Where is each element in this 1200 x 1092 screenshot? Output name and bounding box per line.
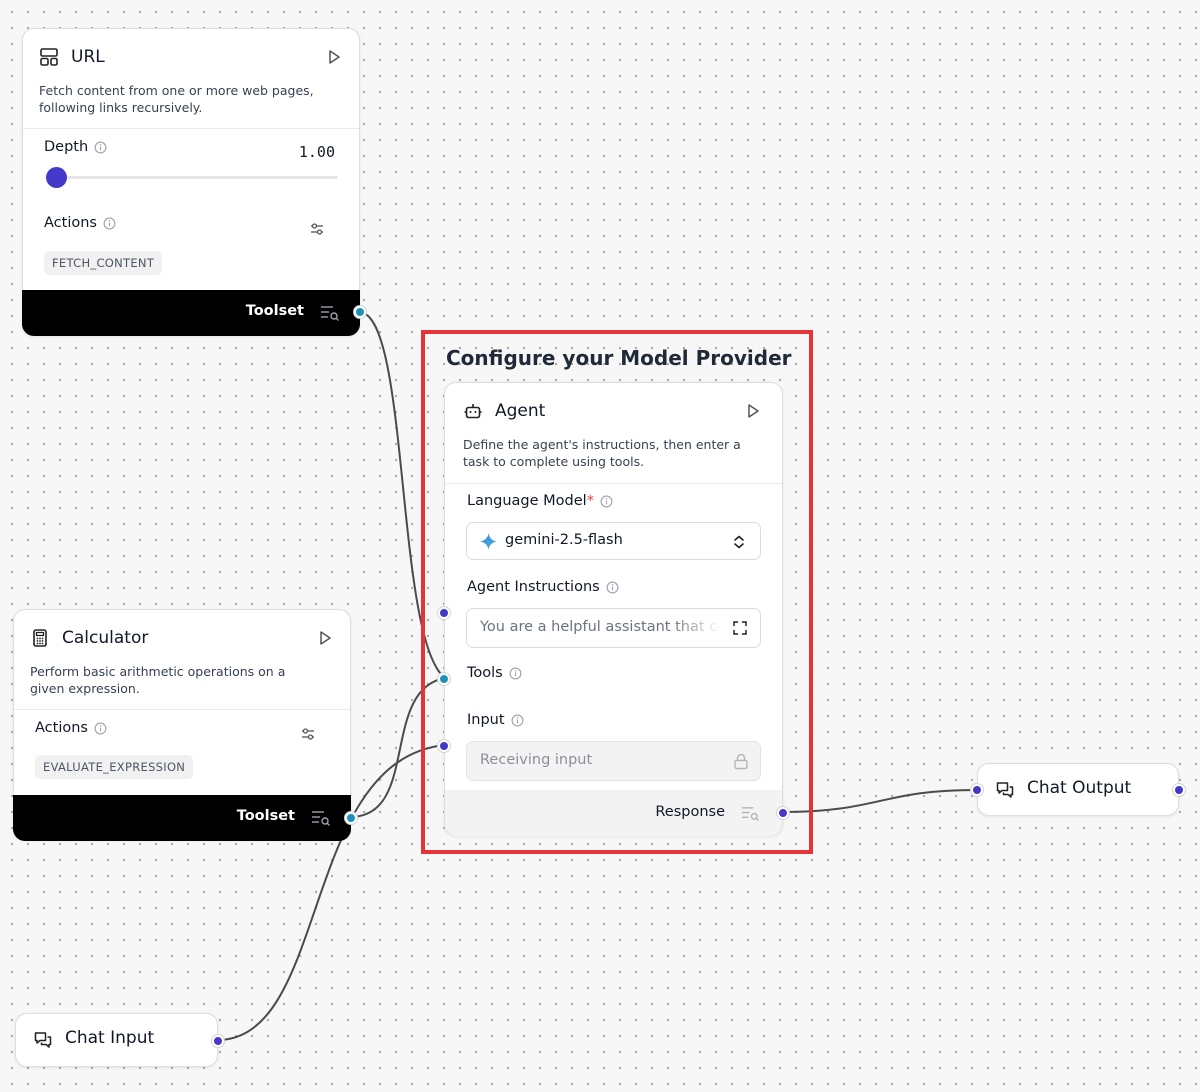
language-model-value: gemini-2.5-flash (505, 532, 623, 548)
input-label: Input (467, 712, 524, 728)
agent-response-footer: Response (445, 790, 782, 836)
chat-input-node[interactable]: Chat Input (15, 1013, 224, 1067)
url-node-description: Fetch content from one or more web pages… (39, 83, 314, 115)
language-model-select[interactable]: gemini-2.5-flash (466, 522, 761, 560)
chat-output-node[interactable]: Chat Output (971, 763, 1185, 816)
agent-input-field: Receiving input (466, 741, 761, 781)
play-icon[interactable] (316, 629, 334, 647)
info-icon (606, 581, 619, 593)
toolset-label: Toolset (245, 303, 304, 319)
required-marker: * (586, 493, 594, 509)
agent-node-description: Define the agent's instructions, then en… (463, 437, 741, 469)
messages-icon (34, 1032, 52, 1048)
calculator-actions-label: Actions (35, 720, 107, 736)
calculator-node-divider (14, 709, 350, 710)
list-search-icon[interactable] (320, 304, 340, 322)
chat-output-title: Chat Output (1027, 778, 1132, 798)
bot-icon (464, 404, 482, 419)
agent-node[interactable]: Agent Define the agent's instructions, t… (438, 382, 789, 836)
sliders-icon[interactable] (300, 726, 316, 742)
agent-instructions-input-handle[interactable] (438, 607, 450, 619)
url-toolset-output-handle[interactable] (354, 306, 366, 318)
action-chip-fetch-content[interactable]: FETCH_CONTENT (44, 251, 163, 275)
list-search-icon[interactable] (741, 805, 760, 822)
agent-tools-input-handle[interactable] (438, 673, 450, 685)
language-model-label: Language Model * (467, 493, 613, 509)
highlight-title: Configure your Model Provider (446, 346, 792, 370)
agent-input-placeholder: Receiving input (480, 752, 593, 768)
play-icon[interactable] (325, 48, 343, 66)
calculator-node-description: Perform basic arithmetic operations on a… (30, 664, 286, 696)
play-icon[interactable] (744, 402, 762, 420)
sliders-icon[interactable] (309, 221, 325, 237)
expand-icon[interactable] (732, 620, 748, 636)
info-icon (94, 141, 107, 153)
url-actions-label: Actions (44, 215, 116, 231)
chat-output-input-handle[interactable] (971, 784, 983, 796)
chat-input-title: Chat Input (65, 1028, 155, 1048)
tools-label: Tools (467, 665, 522, 681)
agent-response-output-handle[interactable] (777, 807, 789, 819)
chat-output-output-handle[interactable] (1173, 784, 1185, 796)
depth-label: Depth (44, 139, 107, 155)
info-icon (103, 217, 116, 229)
url-node-header: URL (39, 45, 343, 69)
layout-icon (40, 48, 58, 66)
calculator-toolset-output-handle[interactable] (345, 812, 357, 824)
agent-node-divider (445, 483, 782, 484)
lock-icon (734, 753, 748, 770)
agent-instructions-input[interactable]: You are a helpful assistant that can use… (466, 608, 761, 648)
depth-value: 1.00 (298, 143, 335, 161)
gemini-icon (480, 533, 497, 550)
info-icon (94, 722, 107, 734)
depth-slider-thumb[interactable] (46, 167, 67, 188)
toolset-label: Toolset (236, 808, 295, 824)
calculator-icon (33, 629, 47, 647)
agent-node-title: Agent (495, 401, 546, 421)
chevron-up-down-icon (734, 535, 744, 549)
chat-input-output-handle[interactable] (212, 1035, 224, 1047)
agent-instructions-label: Agent Instructions (467, 579, 619, 595)
agent-input-handle[interactable] (438, 740, 450, 752)
messages-icon (996, 782, 1014, 798)
calculator-node-header: Calculator (30, 626, 334, 650)
info-icon (509, 667, 522, 679)
url-node-title: URL (71, 47, 105, 67)
calculator-node[interactable]: Calculator Perform basic arithmetic oper… (13, 609, 357, 841)
info-icon (511, 714, 523, 726)
list-search-icon[interactable] (311, 809, 331, 827)
url-toolset-footer: Toolset (22, 290, 360, 336)
response-label: Response (655, 804, 725, 820)
agent-instructions-text: You are a helpful assistant that can use… (480, 619, 720, 635)
url-node[interactable]: URL Fetch content from one or more web p… (22, 28, 366, 336)
depth-slider-track[interactable] (46, 176, 338, 179)
info-icon (600, 495, 613, 507)
flow-canvas[interactable]: URL Fetch content from one or more web p… (0, 0, 1200, 1092)
agent-node-header: Agent (463, 399, 762, 423)
url-node-divider (23, 128, 359, 129)
calculator-node-title: Calculator (62, 628, 149, 648)
calculator-toolset-footer: Toolset (13, 795, 351, 841)
action-chip-evaluate-expression[interactable]: EVALUATE_EXPRESSION (35, 755, 194, 779)
